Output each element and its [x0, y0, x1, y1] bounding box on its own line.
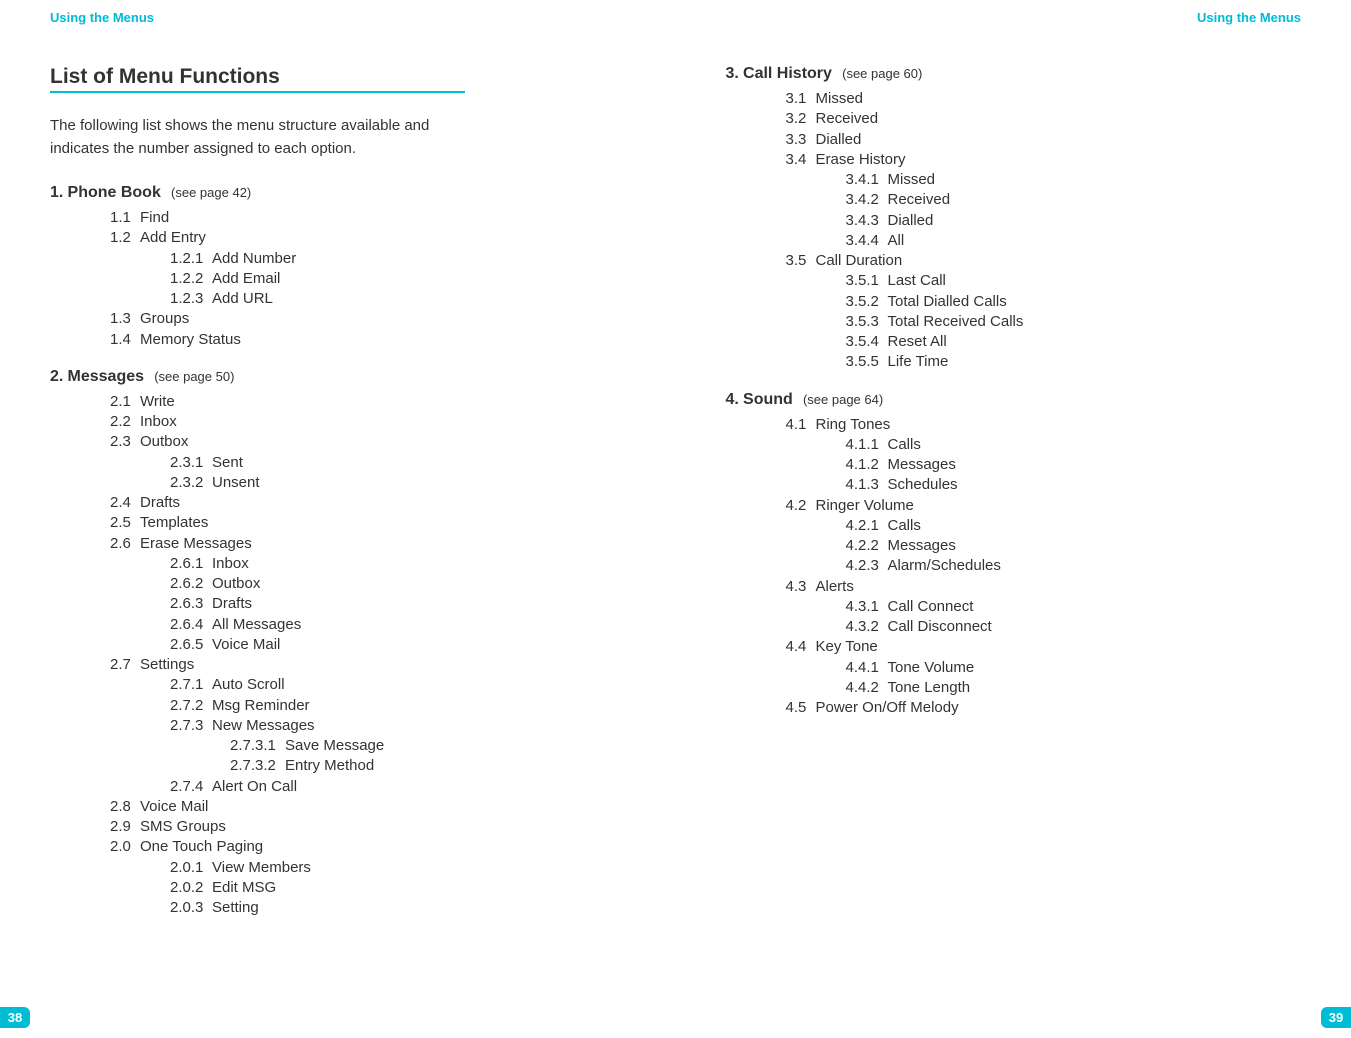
item-2-3-2: 2.3.2Unsent [170, 473, 626, 493]
item-4-2: 4.2Ringer Volume [786, 496, 1302, 516]
item-4-1-3: 4.1.3Schedules [846, 475, 1302, 495]
page-number-left: 38 [0, 1007, 30, 1028]
item-3-5-5: 3.5.5Life Time [846, 352, 1302, 372]
item-4-1: 4.1Ring Tones [786, 415, 1302, 435]
item-4-4: 4.4Key Tone [786, 637, 1302, 657]
item-2-3-1: 2.3.1Sent [170, 453, 626, 473]
menu-4-ref: (see page 64) [803, 392, 883, 407]
menu-2-number: 2. [50, 368, 63, 385]
item-2-6: 2.6Erase Messages [110, 534, 626, 554]
menu-3-ref: (see page 60) [842, 66, 922, 81]
item-4-3: 4.3Alerts [786, 577, 1302, 597]
item-4-2-1: 4.2.1Calls [846, 516, 1302, 536]
item-4-4-2: 4.4.2Tone Length [846, 678, 1302, 698]
item-2-5: 2.5Templates [110, 513, 626, 533]
item-1-3: 1.3Groups [110, 309, 626, 329]
item-4-1-2: 4.1.2Messages [846, 455, 1302, 475]
item-2-4: 2.4Drafts [110, 493, 626, 513]
item-1-2-2: 1.2.2Add Email [170, 269, 626, 289]
item-2-7-3-1: 2.7.3.1Save Message [230, 736, 626, 756]
item-3-4-3: 3.4.3Dialled [846, 211, 1302, 231]
item-3-1: 3.1Missed [786, 89, 1302, 109]
item-3-5-1: 3.5.1Last Call [846, 271, 1302, 291]
page-number-right: 39 [1321, 1007, 1351, 1028]
item-1-2: 1.2Add Entry [110, 228, 626, 248]
item-2-3: 2.3Outbox [110, 432, 626, 452]
menu-1-number: 1. [50, 184, 63, 201]
menu-3-heading: 3. Call History (see page 60) [726, 65, 1302, 83]
item-1-2-1: 1.2.1Add Number [170, 249, 626, 269]
running-header-right: Using the Menus [726, 10, 1302, 25]
item-4-5: 4.5Power On/Off Melody [786, 698, 1302, 718]
item-2-9: 2.9SMS Groups [110, 817, 626, 837]
menu-4-title: Sound [743, 391, 793, 408]
item-4-1-1: 4.1.1Calls [846, 435, 1302, 455]
item-2-8: 2.8Voice Mail [110, 797, 626, 817]
menu-1-ref: (see page 42) [171, 185, 251, 200]
item-3-4-1: 3.4.1Missed [846, 170, 1302, 190]
item-2-0-3: 2.0.3Setting [170, 898, 626, 918]
item-2-7-3-2: 2.7.3.2Entry Method [230, 756, 626, 776]
item-3-4-4: 3.4.4All [846, 231, 1302, 251]
menu-4-number: 4. [726, 391, 739, 408]
menu-3-number: 3. [726, 65, 739, 82]
item-3-4-2: 3.4.2Received [846, 190, 1302, 210]
running-header-left: Using the Menus [50, 10, 626, 25]
item-3-5: 3.5Call Duration [786, 251, 1302, 271]
item-2-6-5: 2.6.5Voice Mail [170, 635, 626, 655]
item-3-5-4: 3.5.4Reset All [846, 332, 1302, 352]
menu-2-heading: 2. Messages (see page 50) [50, 368, 626, 386]
item-1-4: 1.4Memory Status [110, 330, 626, 350]
item-4-2-3: 4.2.3Alarm/Schedules [846, 556, 1302, 576]
item-3-3: 3.3Dialled [786, 130, 1302, 150]
item-3-5-3: 3.5.3Total Received Calls [846, 312, 1302, 332]
menu-1-title: Phone Book [68, 184, 161, 201]
item-2-0-1: 2.0.1View Members [170, 858, 626, 878]
item-2-7-1: 2.7.1Auto Scroll [170, 675, 626, 695]
item-4-3-1: 4.3.1Call Connect [846, 597, 1302, 617]
item-2-1: 2.1Write [110, 392, 626, 412]
item-1-2-3: 1.2.3Add URL [170, 289, 626, 309]
item-2-0-2: 2.0.2Edit MSG [170, 878, 626, 898]
item-2-7-4: 2.7.4Alert On Call [170, 777, 626, 797]
item-2-6-3: 2.6.3Drafts [170, 594, 626, 614]
item-2-6-2: 2.6.2Outbox [170, 574, 626, 594]
item-2-7-3: 2.7.3New Messages [170, 716, 626, 736]
section-title: List of Menu Functions [50, 65, 465, 93]
page-left: Using the Menus List of Menu Functions T… [0, 0, 676, 1038]
item-4-2-2: 4.2.2Messages [846, 536, 1302, 556]
menu-2-ref: (see page 50) [154, 369, 234, 384]
item-2-6-1: 2.6.1Inbox [170, 554, 626, 574]
item-2-0: 2.0One Touch Paging [110, 837, 626, 857]
menu-2-title: Messages [68, 368, 145, 385]
item-3-2: 3.2Received [786, 109, 1302, 129]
item-1-1: 1.1Find [110, 208, 626, 228]
menu-4-heading: 4. Sound (see page 64) [726, 391, 1302, 409]
item-3-5-2: 3.5.2Total Dialled Calls [846, 292, 1302, 312]
item-2-6-4: 2.6.4All Messages [170, 615, 626, 635]
item-2-7-2: 2.7.2Msg Reminder [170, 696, 626, 716]
item-4-3-2: 4.3.2Call Disconnect [846, 617, 1302, 637]
item-4-4-1: 4.4.1Tone Volume [846, 658, 1302, 678]
item-2-7: 2.7Settings [110, 655, 626, 675]
menu-1-heading: 1. Phone Book (see page 42) [50, 184, 626, 202]
page-right: Using the Menus 3. Call History (see pag… [676, 0, 1351, 1038]
page-spread: Using the Menus List of Menu Functions T… [0, 0, 1351, 1038]
item-3-4: 3.4Erase History [786, 150, 1302, 170]
item-2-2: 2.2Inbox [110, 412, 626, 432]
intro-text: The following list shows the menu struct… [50, 115, 460, 160]
menu-3-title: Call History [743, 65, 832, 82]
